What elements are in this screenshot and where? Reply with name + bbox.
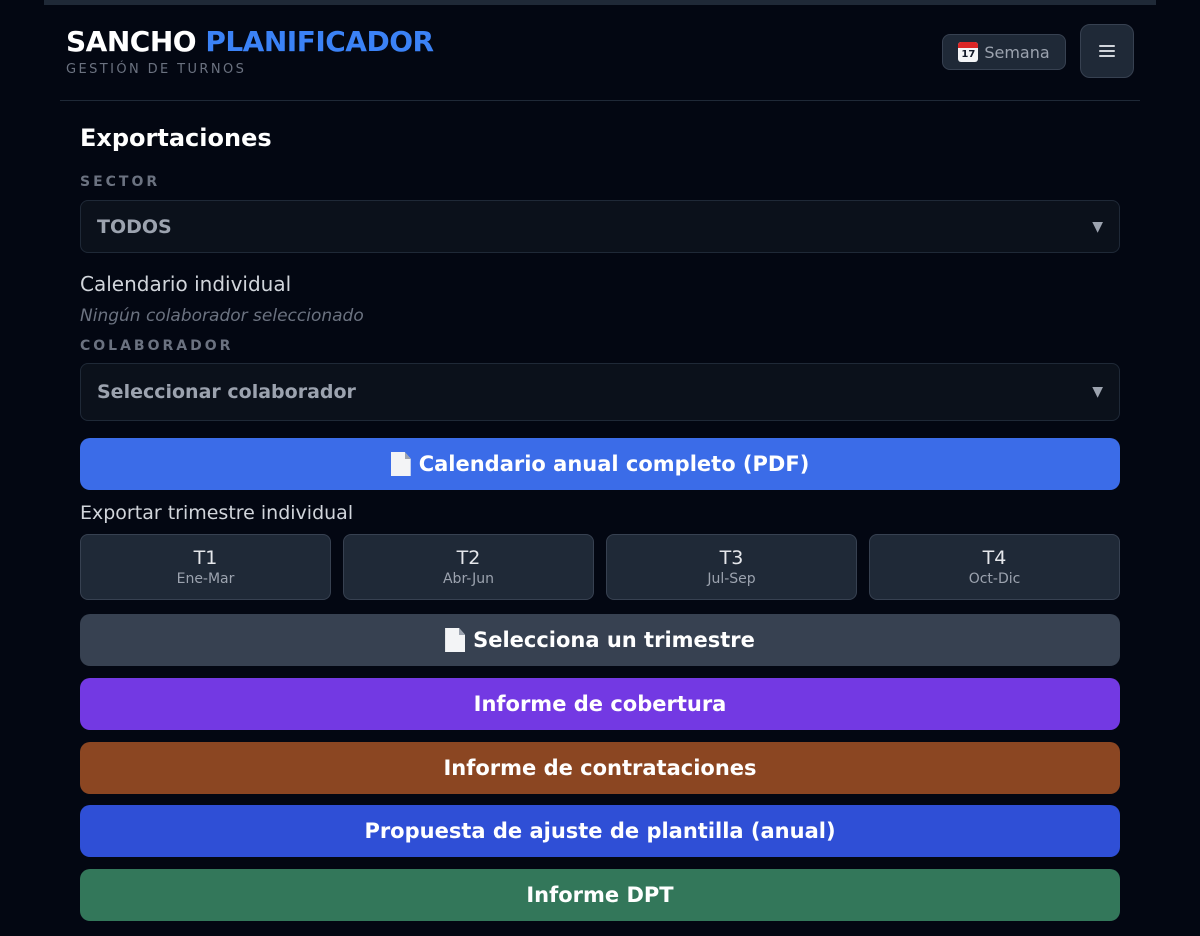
sector-select[interactable]: TODOS ▼: [80, 200, 1120, 253]
app-header: SANCHO PLANIFICADOR GESTIÓN DE TURNOS 17…: [60, 24, 1140, 101]
week-view-label: Semana: [984, 42, 1050, 62]
brand-name-part1: SANCHO: [66, 25, 197, 58]
quarter-name: T3: [719, 547, 744, 569]
export-quarter-label: Selecciona un trimestre: [473, 628, 755, 652]
chevron-down-icon: ▼: [1092, 384, 1103, 400]
hamburger-icon: [1099, 45, 1115, 57]
export-quarter-button[interactable]: Selecciona un trimestre: [80, 614, 1120, 666]
staff-adjust-label: Propuesta de ajuste de plantilla (anual): [364, 819, 836, 843]
quarter-name: T1: [193, 547, 218, 569]
week-view-button[interactable]: 17 Semana: [942, 34, 1066, 70]
menu-button[interactable]: [1080, 24, 1134, 78]
quarter-range: Oct-Dic: [968, 571, 1021, 587]
brand-title: SANCHO PLANIFICADOR: [66, 24, 434, 60]
individual-calendar-heading: Calendario individual: [80, 272, 292, 296]
coverage-report-button[interactable]: Informe de cobertura: [80, 678, 1120, 730]
quarter-name: T2: [456, 547, 481, 569]
quarter-name: T4: [982, 547, 1007, 569]
hiring-report-label: Informe de contrataciones: [443, 756, 757, 780]
dpt-report-label: Informe DPT: [526, 883, 674, 907]
quarter-button-t1[interactable]: T1 Ene-Mar: [80, 534, 331, 600]
page-title: Exportaciones: [80, 124, 272, 152]
quarter-button-t2[interactable]: T2 Abr-Jun: [343, 534, 594, 600]
sector-select-value: TODOS: [97, 215, 172, 238]
collaborator-label: COLABORADOR: [80, 338, 234, 354]
quarter-button-t4[interactable]: T4 Oct-Dic: [869, 534, 1120, 600]
sector-label: SECTOR: [80, 174, 161, 190]
staff-adjust-button[interactable]: Propuesta de ajuste de plantilla (anual): [80, 805, 1120, 857]
collaborator-select[interactable]: Seleccionar colaborador ▼: [80, 363, 1120, 421]
coverage-report-label: Informe de cobertura: [473, 692, 727, 716]
quarter-selector: T1 Ene-Mar T2 Abr-Jun T3 Jul-Sep T4 Oct-…: [80, 534, 1120, 600]
brand-name-part2: PLANIFICADOR: [205, 25, 434, 58]
quarter-export-heading: Exportar trimestre individual: [80, 502, 354, 524]
annual-pdf-button[interactable]: Calendario anual completo (PDF): [80, 438, 1120, 490]
top-strip: [44, 0, 1156, 5]
document-icon: [390, 452, 411, 476]
dpt-report-button[interactable]: Informe DPT: [80, 869, 1120, 921]
annual-pdf-label: Calendario anual completo (PDF): [418, 452, 810, 476]
quarter-range: Abr-Jun: [442, 571, 495, 587]
no-collaborator-hint: Ningún colaborador seleccionado: [80, 306, 364, 326]
quarter-range: Jul-Sep: [707, 571, 756, 587]
collaborator-select-placeholder: Seleccionar colaborador: [97, 381, 356, 403]
calendar-icon: 17: [958, 42, 979, 62]
brand-subtitle: GESTIÓN DE TURNOS: [66, 62, 247, 77]
quarter-button-t3[interactable]: T3 Jul-Sep: [606, 534, 857, 600]
chevron-down-icon: ▼: [1092, 218, 1103, 235]
brand: SANCHO PLANIFICADOR GESTIÓN DE TURNOS: [66, 24, 434, 77]
document-icon: [445, 628, 466, 652]
hiring-report-button[interactable]: Informe de contrataciones: [80, 742, 1120, 794]
quarter-range: Ene-Mar: [176, 571, 235, 587]
